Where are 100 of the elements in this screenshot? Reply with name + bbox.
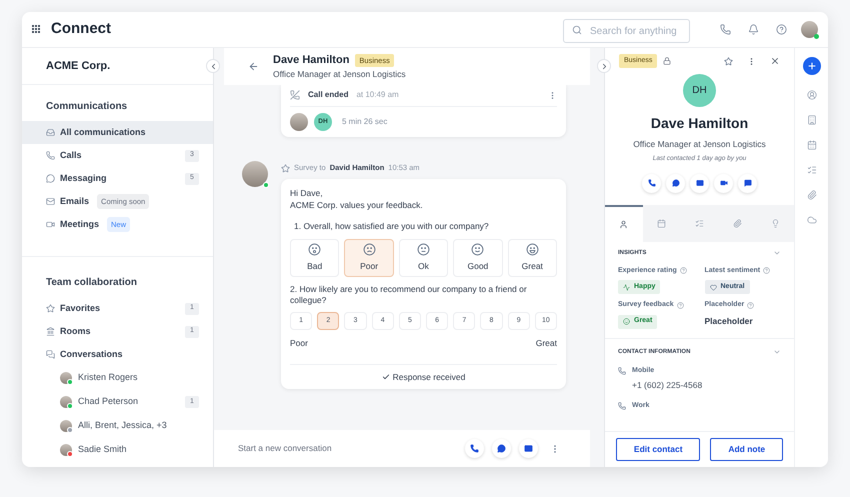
app-title: Connect <box>51 19 111 40</box>
contact-subtitle: Office Manager at Jenson Logistics <box>273 68 406 82</box>
org-name: ACME Corp. <box>46 58 110 74</box>
user-icon <box>619 220 628 228</box>
panel-tab[interactable] <box>605 204 643 242</box>
phone-icon <box>46 151 55 160</box>
mail-button[interactable] <box>519 439 538 458</box>
chats-button[interactable] <box>738 174 757 192</box>
avatar <box>60 420 72 432</box>
chats-icon <box>744 179 752 187</box>
checklist-icon[interactable] <box>806 165 816 175</box>
building-icon[interactable] <box>806 115 816 125</box>
help-icon[interactable] <box>680 267 687 274</box>
greeting-text: Hi Dave, <box>290 187 324 199</box>
star-icon[interactable] <box>281 164 290 172</box>
call-time: at 10:49 am <box>356 89 399 101</box>
user-circle-icon[interactable] <box>806 90 816 100</box>
building-icon <box>46 327 55 336</box>
lightbulb-icon <box>770 218 780 228</box>
call-status: Call ended <box>308 89 348 101</box>
phone-icon <box>648 179 656 187</box>
mail-icon <box>696 179 704 187</box>
face-icon <box>362 242 376 256</box>
sidebar-item[interactable]: Conversations <box>22 343 213 366</box>
phone-button[interactable] <box>465 439 484 458</box>
chat-button[interactable] <box>666 174 685 192</box>
conversation-item[interactable]: Kristen Rogers <box>22 366 213 390</box>
section-title: Team collaboration <box>45 276 138 290</box>
question-text: 2. How likely are you to recommend our company to a friend or collegue? <box>290 284 528 306</box>
rating-option[interactable]: Bad <box>290 238 340 277</box>
scale-low-label: Poor <box>290 336 308 350</box>
rating-option[interactable]: Good <box>453 238 503 277</box>
response-status: Response received <box>392 370 466 384</box>
rating-option[interactable]: Great <box>508 238 557 277</box>
star-icon[interactable] <box>724 56 733 66</box>
sidebar-item[interactable]: All communications <box>22 121 213 144</box>
chat-icon <box>497 444 506 453</box>
chat-button[interactable] <box>492 439 511 458</box>
bell-icon[interactable] <box>748 24 759 35</box>
help-icon[interactable] <box>776 24 787 35</box>
paperclip-icon <box>732 218 742 228</box>
scale-high-label: Great <box>536 336 557 350</box>
conversation-item[interactable]: Sadie Smith <box>22 438 213 462</box>
mail-icon <box>46 197 55 206</box>
pulse-icon <box>623 284 630 290</box>
initials-avatar: DH <box>683 74 716 107</box>
question-text: 1. Overall, how satisfied are you with our company? <box>293 220 490 233</box>
video-icon <box>720 179 728 187</box>
back-arrow-icon[interactable] <box>248 61 259 72</box>
add-note-button[interactable]: Add note <box>710 438 783 461</box>
phone-icon <box>290 90 300 100</box>
section-title: Communications <box>45 100 128 114</box>
close-icon[interactable] <box>770 56 780 66</box>
intro-text: ACME Corp. values your feedback. <box>290 199 424 211</box>
expand-button[interactable] <box>597 59 611 73</box>
app-grid-icon[interactable] <box>32 25 41 34</box>
field-value: Placeholder <box>704 315 754 328</box>
chat-icon <box>46 174 55 183</box>
phone-icon <box>618 366 626 375</box>
phone-icon[interactable] <box>720 24 731 35</box>
phone-button[interactable] <box>642 174 661 192</box>
contact-name: Dave Hamilton <box>273 52 350 68</box>
help-icon[interactable] <box>747 302 754 309</box>
search-icon <box>572 24 582 34</box>
video-icon <box>46 220 55 229</box>
heart-icon <box>710 284 716 290</box>
chat-icon <box>672 179 680 187</box>
mail-button[interactable] <box>690 174 709 192</box>
paperclip-icon[interactable] <box>806 190 816 200</box>
avatar <box>60 372 72 384</box>
conversation-item[interactable]: Alli, Brent, Jessica, +3 <box>22 414 213 438</box>
rating-option[interactable]: Poor <box>344 238 394 277</box>
help-icon[interactable] <box>763 267 770 274</box>
face-icon <box>416 242 430 256</box>
avatar <box>290 113 308 131</box>
phone-icon <box>470 444 479 453</box>
chevron-down-icon[interactable] <box>773 249 781 257</box>
calendar-icon[interactable] <box>806 140 816 150</box>
lock-icon <box>663 57 672 65</box>
face-icon <box>471 242 484 256</box>
call-duration: 5 min 26 sec <box>342 116 388 128</box>
face-icon <box>526 242 539 256</box>
plus-icon <box>806 61 816 71</box>
rating-option[interactable]: Ok <box>398 238 448 277</box>
collapse-button[interactable] <box>206 59 220 73</box>
smile-icon <box>623 318 630 325</box>
add-button[interactable] <box>802 57 820 75</box>
phone-icon <box>618 402 626 410</box>
video-button[interactable] <box>714 174 733 192</box>
user-avatar[interactable] <box>801 21 818 38</box>
contact-title: Office Manager at Jenson Logistics <box>633 138 766 151</box>
search-field[interactable]: Search for anything <box>563 19 690 43</box>
avatar <box>60 396 72 408</box>
avatar <box>242 161 268 187</box>
chevron-down-icon[interactable] <box>773 348 781 356</box>
cloud-icon[interactable] <box>806 215 816 225</box>
mail-icon <box>524 444 533 453</box>
help-icon[interactable] <box>676 302 684 309</box>
field-value: +1 (602) 225-4568 <box>631 379 704 392</box>
edit-contact-button[interactable]: Edit contact <box>616 438 700 461</box>
